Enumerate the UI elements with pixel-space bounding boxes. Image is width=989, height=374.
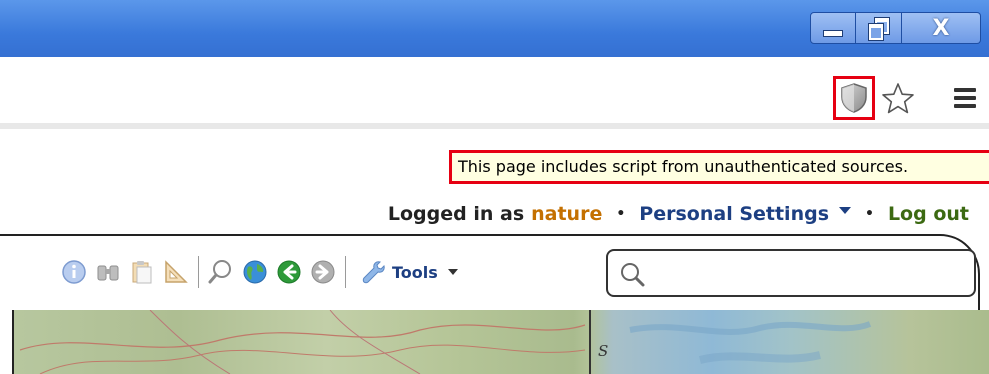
chevron-down-icon[interactable] bbox=[839, 206, 851, 214]
map-label: S bbox=[598, 342, 609, 360]
browser-window: X This page includes script from unauthe… bbox=[0, 0, 989, 374]
window-titlebar[interactable]: X bbox=[0, 0, 989, 57]
personal-settings-link[interactable]: Personal Settings bbox=[639, 203, 829, 225]
clipboard-icon[interactable] bbox=[128, 258, 156, 286]
toolbar-separator bbox=[345, 256, 346, 288]
window-controls: X bbox=[810, 12, 981, 46]
tools-menu-button[interactable]: Tools bbox=[360, 259, 458, 285]
restore-icon bbox=[868, 18, 889, 40]
separator: • bbox=[865, 206, 874, 222]
logged-in-label: Logged in as bbox=[387, 203, 525, 225]
shield-icon bbox=[841, 83, 867, 113]
username-link[interactable]: nature bbox=[531, 203, 602, 225]
map-divider bbox=[589, 310, 591, 374]
map-toolbar: Tools bbox=[60, 248, 458, 296]
toolbar-separator bbox=[198, 256, 199, 288]
info-icon[interactable] bbox=[60, 258, 88, 286]
forward-arrow-icon[interactable] bbox=[309, 258, 337, 286]
binoculars-icon[interactable] bbox=[94, 258, 122, 286]
zoom-icon[interactable] bbox=[207, 258, 235, 286]
separator: • bbox=[616, 206, 626, 222]
browser-toolbar bbox=[0, 57, 989, 129]
search-icon bbox=[621, 263, 645, 287]
map-search-input[interactable] bbox=[648, 257, 972, 291]
close-button[interactable]: X bbox=[902, 12, 981, 44]
chevron-down-icon bbox=[447, 269, 458, 275]
map-search-box[interactable] bbox=[606, 249, 976, 297]
tools-label: Tools bbox=[392, 262, 438, 282]
hamburger-menu-icon[interactable] bbox=[954, 88, 976, 110]
ruler-triangle-icon[interactable] bbox=[162, 258, 190, 286]
map-canvas[interactable]: S bbox=[0, 310, 989, 374]
star-icon[interactable] bbox=[880, 81, 916, 117]
user-bar: Logged in as nature • Personal Settings … bbox=[388, 198, 969, 230]
map-viewer: Tools S bbox=[0, 234, 989, 374]
security-shield-button[interactable] bbox=[833, 76, 875, 120]
restore-button[interactable] bbox=[856, 12, 902, 44]
minimize-button[interactable] bbox=[810, 12, 856, 44]
insecure-content-warning: This page includes script from unauthent… bbox=[449, 150, 989, 184]
toolbar-divider bbox=[0, 123, 989, 129]
map-left-frame bbox=[0, 310, 14, 374]
globe-icon[interactable] bbox=[241, 258, 269, 286]
wrench-icon bbox=[362, 261, 385, 284]
close-icon: X bbox=[932, 15, 950, 41]
minimize-icon bbox=[823, 29, 843, 37]
logout-link[interactable]: Log out bbox=[888, 203, 969, 225]
map-roads bbox=[19, 310, 872, 374]
back-arrow-icon[interactable] bbox=[275, 258, 303, 286]
